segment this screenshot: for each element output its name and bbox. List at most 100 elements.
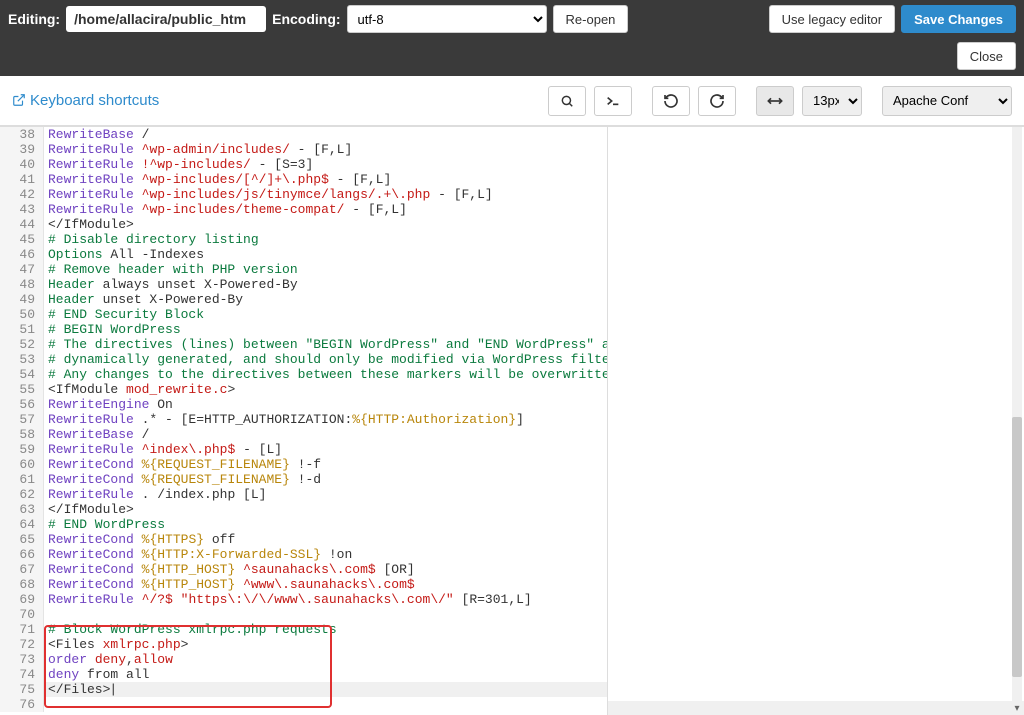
code-row[interactable]: 56RewriteEngine On (0, 397, 607, 412)
code-line[interactable]: RewriteRule .* - [E=HTTP_AUTHORIZATION:%… (44, 412, 524, 427)
code-row[interactable]: 41RewriteRule ^wp-includes/[^/]+\.php$ -… (0, 172, 607, 187)
code-row[interactable]: 51# BEGIN WordPress (0, 322, 607, 337)
code-line[interactable]: # BEGIN WordPress (44, 322, 181, 337)
encoding-select[interactable]: utf-8 (347, 5, 547, 33)
code-row[interactable]: 66RewriteCond %{HTTP:X-Forwarded-SSL} !o… (0, 547, 607, 562)
scrollbar-thumb[interactable] (1012, 417, 1022, 677)
code-line[interactable]: # Disable directory listing (44, 232, 259, 247)
code-line[interactable]: # Block WordPress xmlrpc.php requests (44, 622, 337, 637)
code-pane[interactable]: 38RewriteBase /39RewriteRule ^wp-admin/i… (0, 127, 608, 715)
code-line[interactable]: RewriteRule . /index.php [L] (44, 487, 266, 502)
code-line[interactable]: # END WordPress (44, 517, 165, 532)
code-line[interactable]: <IfModule mod_rewrite.c> (44, 382, 235, 397)
code-row[interactable]: 69RewriteRule ^/?$ "https\:\/\/www\.saun… (0, 592, 607, 607)
code-line[interactable]: RewriteCond %{HTTP_HOST} ^www\.saunahack… (44, 577, 415, 592)
code-line[interactable]: # Any changes to the directives between … (44, 367, 607, 382)
code-line[interactable]: RewriteBase / (44, 127, 149, 142)
code-line[interactable]: deny from all (44, 667, 149, 682)
code-row[interactable]: 42RewriteRule ^wp-includes/js/tinymce/la… (0, 187, 607, 202)
code-line[interactable]: # dynamically generated, and should only… (44, 352, 607, 367)
code-line[interactable]: RewriteRule !^wp-includes/ - [S=3] (44, 157, 313, 172)
code-row[interactable]: 54# Any changes to the directives betwee… (0, 367, 607, 382)
code-line[interactable]: # END Security Block (44, 307, 204, 322)
redo-button[interactable] (698, 86, 736, 116)
code-row[interactable]: 53# dynamically generated, and should on… (0, 352, 607, 367)
code-row[interactable]: 74deny from all (0, 667, 607, 682)
keyboard-shortcuts-link[interactable]: Keyboard shortcuts (12, 92, 159, 109)
code-line[interactable]: RewriteCond %{HTTP_HOST} ^saunahacks\.co… (44, 562, 415, 577)
code-line[interactable]: RewriteRule ^wp-admin/includes/ - [F,L] (44, 142, 352, 157)
code-row[interactable]: 58RewriteBase / (0, 427, 607, 442)
code-line[interactable]: # The directives (lines) between "BEGIN … (44, 337, 607, 352)
code-row[interactable]: 75</Files>| (0, 682, 607, 697)
code-line[interactable]: RewriteCond %{REQUEST_FILENAME} !-f (44, 457, 321, 472)
code-line[interactable]: RewriteRule ^wp-includes/theme-compat/ -… (44, 202, 407, 217)
code-row[interactable]: 68RewriteCond %{HTTP_HOST} ^www\.saunaha… (0, 577, 607, 592)
code-row[interactable]: 65RewriteCond %{HTTPS} off (0, 532, 607, 547)
code-row[interactable]: 48Header always unset X-Powered-By (0, 277, 607, 292)
reopen-button[interactable]: Re-open (553, 5, 629, 33)
close-button[interactable]: Close (957, 42, 1016, 70)
code-row[interactable]: 63</IfModule> (0, 502, 607, 517)
code-row[interactable]: 47# Remove header with PHP version (0, 262, 607, 277)
terminal-button[interactable] (594, 86, 632, 116)
code-row[interactable]: 59RewriteRule ^index\.php$ - [L] (0, 442, 607, 457)
scroll-down-arrow[interactable]: ▾ (1010, 701, 1024, 715)
code-row[interactable]: 52# The directives (lines) between "BEGI… (0, 337, 607, 352)
code-line[interactable]: Header unset X-Powered-By (44, 292, 243, 307)
code-row[interactable]: 44</IfModule> (0, 217, 607, 232)
code-line[interactable]: RewriteRule ^index\.php$ - [L] (44, 442, 282, 457)
code-line[interactable]: RewriteRule ^wp-includes/js/tinymce/lang… (44, 187, 493, 202)
path-input[interactable] (66, 6, 266, 32)
wrap-toggle-button[interactable] (756, 86, 794, 116)
code-line[interactable]: # Remove header with PHP version (44, 262, 298, 277)
code-row[interactable]: 64# END WordPress (0, 517, 607, 532)
code-row[interactable]: 55<IfModule mod_rewrite.c> (0, 382, 607, 397)
scrollbar-horizontal[interactable]: ▾ (608, 701, 1024, 715)
code-line[interactable] (44, 697, 48, 712)
code-line[interactable]: RewriteCond %{REQUEST_FILENAME} !-d (44, 472, 321, 487)
search-button[interactable] (548, 86, 586, 116)
code-line[interactable]: <Files xmlrpc.php> (44, 637, 188, 652)
code-row[interactable]: 71# Block WordPress xmlrpc.php requests (0, 622, 607, 637)
code-line[interactable]: </IfModule> (44, 217, 134, 232)
code-line[interactable] (44, 607, 48, 622)
code-row[interactable]: 49Header unset X-Powered-By (0, 292, 607, 307)
code-row[interactable]: 45# Disable directory listing (0, 232, 607, 247)
undo-button[interactable] (652, 86, 690, 116)
code-line[interactable]: RewriteBase / (44, 427, 149, 442)
code-row[interactable]: 46Options All -Indexes (0, 247, 607, 262)
code-row[interactable]: 43RewriteRule ^wp-includes/theme-compat/… (0, 202, 607, 217)
code-row[interactable]: 61RewriteCond %{REQUEST_FILENAME} !-d (0, 472, 607, 487)
code-row[interactable]: 39RewriteRule ^wp-admin/includes/ - [F,L… (0, 142, 607, 157)
code-line[interactable]: Options All -Indexes (44, 247, 204, 262)
code-line[interactable]: RewriteRule ^/?$ "https\:\/\/www\.saunah… (44, 592, 532, 607)
code-row[interactable]: 67RewriteCond %{HTTP_HOST} ^saunahacks\.… (0, 562, 607, 577)
code-row[interactable]: 72<Files xmlrpc.php> (0, 637, 607, 652)
external-link-icon (12, 93, 26, 107)
scrollbar-track[interactable] (1012, 127, 1022, 701)
code-line[interactable]: RewriteRule ^wp-includes/[^/]+\.php$ - [… (44, 172, 391, 187)
code-row[interactable]: 70 (0, 607, 607, 622)
code-line[interactable]: RewriteCond %{HTTP:X-Forwarded-SSL} !on (44, 547, 352, 562)
code-line[interactable]: Header always unset X-Powered-By (44, 277, 298, 292)
code-row[interactable]: 57RewriteRule .* - [E=HTTP_AUTHORIZATION… (0, 412, 607, 427)
code-row[interactable]: 62RewriteRule . /index.php [L] (0, 487, 607, 502)
code-line[interactable]: RewriteCond %{HTTPS} off (44, 532, 235, 547)
code-line[interactable]: </IfModule> (44, 502, 134, 517)
code-row[interactable]: 40RewriteRule !^wp-includes/ - [S=3] (0, 157, 607, 172)
font-size-select[interactable]: 13px (802, 86, 862, 116)
syntax-select[interactable]: Apache Conf (882, 86, 1012, 116)
code-line[interactable]: </Files>| (44, 682, 117, 697)
legacy-editor-button[interactable]: Use legacy editor (769, 5, 895, 33)
code-row[interactable]: 50# END Security Block (0, 307, 607, 322)
save-changes-button[interactable]: Save Changes (901, 5, 1016, 33)
code-row[interactable]: 60RewriteCond %{REQUEST_FILENAME} !-f (0, 457, 607, 472)
code-row[interactable]: 38RewriteBase / (0, 127, 607, 142)
search-icon (560, 94, 574, 108)
code-row[interactable]: 73order deny,allow (0, 652, 607, 667)
code-line[interactable]: RewriteEngine On (44, 397, 173, 412)
code-row[interactable]: 76 (0, 697, 607, 712)
preview-pane[interactable]: ▾ (608, 127, 1024, 715)
code-line[interactable]: order deny,allow (44, 652, 173, 667)
